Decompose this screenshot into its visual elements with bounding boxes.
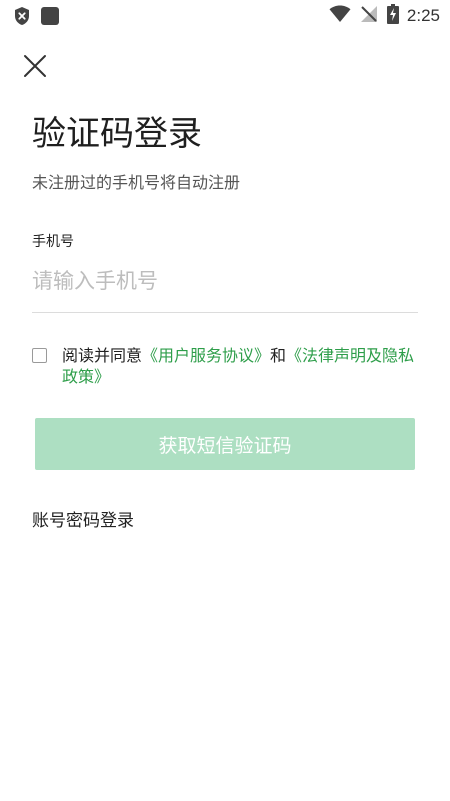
agreement-text: 阅读并同意《用户服务协议》和《法律声明及隐私政策》 — [62, 345, 417, 387]
user-agreement-link[interactable]: 《用户服务协议》 — [142, 346, 270, 365]
wifi-icon — [329, 5, 351, 27]
agreement-conjunction: 和 — [270, 346, 287, 365]
get-sms-code-button[interactable]: 获取短信验证码 — [35, 418, 415, 470]
status-bar-left — [13, 6, 60, 30]
status-bar: 2:25 — [0, 0, 450, 32]
agree-checkbox[interactable] — [32, 348, 47, 363]
close-icon — [22, 55, 48, 83]
app-square-icon — [40, 6, 60, 30]
shield-x-icon — [13, 6, 31, 30]
phone-input[interactable] — [32, 261, 417, 301]
password-login-link[interactable]: 账号密码登录 — [32, 509, 134, 533]
battery-charging-icon — [386, 4, 399, 28]
phone-underline — [32, 312, 418, 313]
status-bar-right: 2:25 — [329, 4, 440, 28]
agreement-prefix: 阅读并同意 — [62, 346, 143, 365]
phone-label: 手机号 — [32, 234, 74, 250]
status-time: 2:25 — [406, 6, 440, 25]
signal-off-icon — [359, 4, 379, 28]
close-button[interactable] — [22, 53, 48, 79]
page-title: 验证码登录 — [32, 114, 202, 154]
page-subtitle: 未注册过的手机号将自动注册 — [32, 173, 241, 192]
